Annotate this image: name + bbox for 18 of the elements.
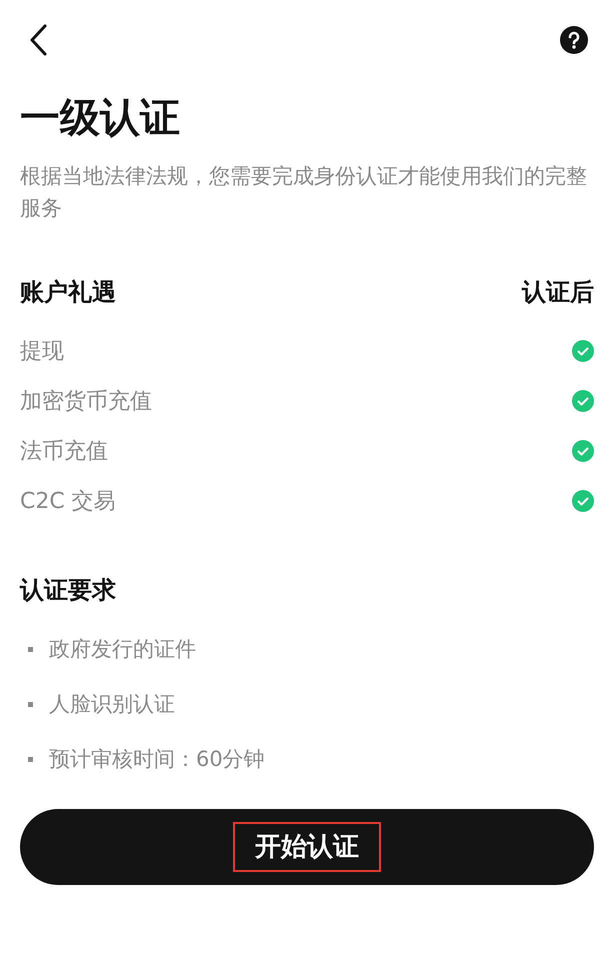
requirement-text: 预计审核时间：60分钟 (49, 746, 265, 773)
benefit-label: C2C 交易 (20, 488, 116, 516)
section-heading: 认证要求 (20, 575, 117, 606)
benefit-label: 加密货币充值 (20, 388, 152, 416)
bullet-icon (28, 757, 33, 762)
bullet-icon (28, 647, 33, 652)
requirement-text: 人脸识别认证 (49, 690, 175, 718)
section-heading: 账户礼遇 (20, 277, 116, 308)
column-heading: 认证后 (522, 277, 594, 308)
benefit-label: 提现 (20, 338, 64, 366)
requirement-text: 政府发行的证件 (49, 636, 196, 663)
back-icon[interactable] (28, 24, 48, 56)
start-button[interactable]: 开始认证 (20, 809, 594, 885)
page-title: 一级认证 (20, 94, 181, 143)
description: 根据当地法律法规，您需要完成身份认证才能使用我们的完整服务 (20, 163, 588, 222)
help-icon[interactable] (560, 26, 588, 54)
benefit-label: 法币充值 (20, 438, 108, 466)
bullet-icon (28, 702, 33, 707)
